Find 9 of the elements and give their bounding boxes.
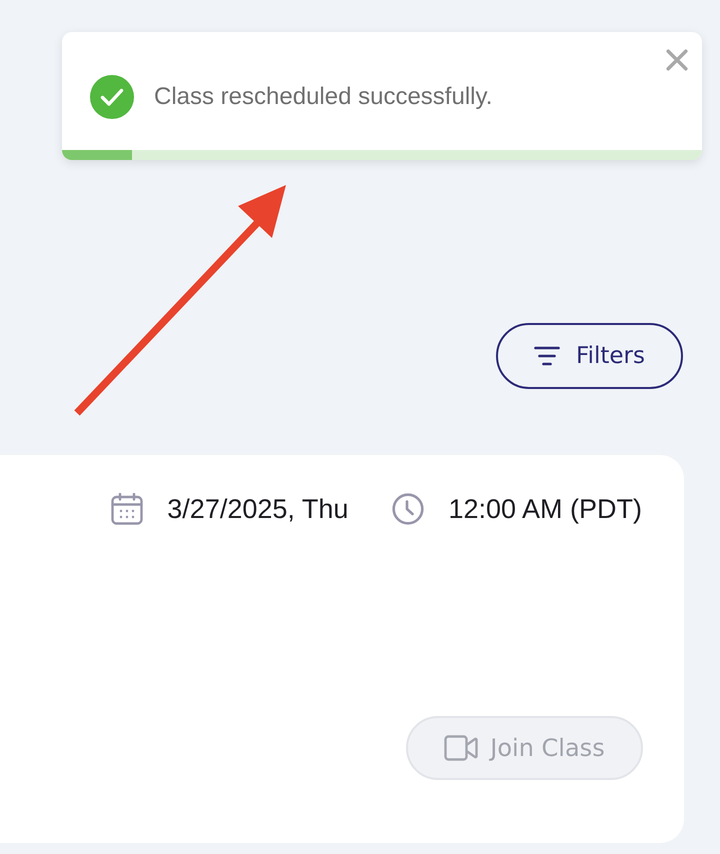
class-time: 12:00 AM (PDT) <box>448 494 642 524</box>
close-button[interactable] <box>666 49 688 71</box>
filters-button[interactable]: Filters <box>496 323 683 389</box>
filter-icon <box>534 346 560 366</box>
class-date: 3/27/2025, Thu <box>167 494 348 524</box>
calendar-icon <box>111 493 144 525</box>
clock-icon <box>392 493 424 525</box>
video-camera-icon <box>444 735 478 761</box>
toast-message: Class rescheduled successfully. <box>154 83 494 111</box>
